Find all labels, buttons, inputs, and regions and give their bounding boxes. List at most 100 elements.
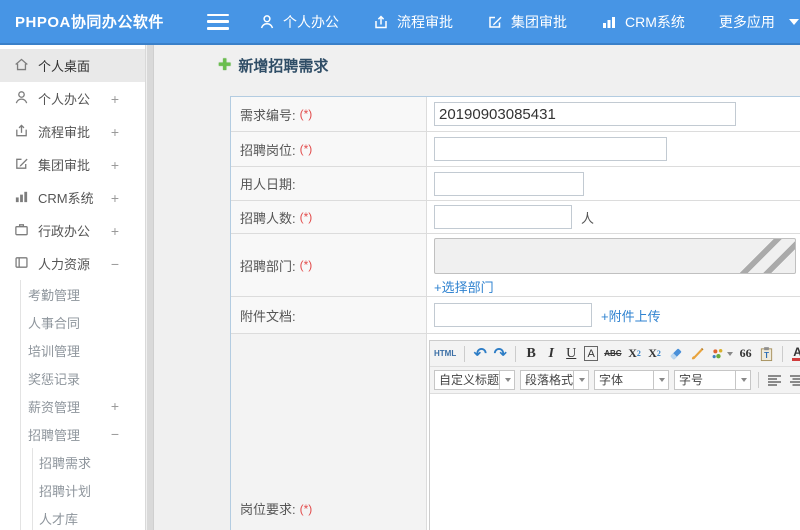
- font-size-select[interactable]: 字号: [674, 370, 751, 390]
- sidebar-item-training[interactable]: 培训管理: [21, 336, 145, 364]
- topnav-more-apps[interactable]: 更多应用: [719, 12, 799, 32]
- sidebar-item-group-approval[interactable]: 集团审批 +: [0, 148, 145, 181]
- demand-no-input[interactable]: [434, 102, 736, 126]
- paste-clipboard-icon[interactable]: T: [759, 344, 774, 364]
- caret-down-icon: [579, 378, 585, 382]
- caret-down-icon: [741, 378, 747, 382]
- subscript-button[interactable]: X2: [648, 344, 662, 364]
- attachment-upload-link[interactable]: +附件上传: [601, 306, 661, 325]
- sidebar-scrollbar[interactable]: [147, 45, 154, 530]
- hr-submenu: 考勤管理 人事合同 培训管理 奖惩记录 薪资管理 + 招聘管理 − 招聘需求 招…: [20, 280, 145, 530]
- unit-suffix: 人: [581, 210, 595, 226]
- topnav-group-approval[interactable]: 集团审批: [487, 12, 567, 32]
- sidebar-item-process-approval[interactable]: 流程审批 +: [0, 115, 145, 148]
- sidebar-item-admin-office[interactable]: 行政办公 +: [0, 214, 145, 247]
- required-mark: (*): [299, 210, 313, 224]
- eraser-icon[interactable]: [668, 344, 684, 364]
- hr-card-icon: [14, 255, 29, 273]
- topbar: PHPOA协同办公软件 个人办公 流程审批 集团审批 CRM系统 更多应用: [0, 0, 800, 45]
- topnav-personal-office[interactable]: 个人办公: [259, 12, 339, 32]
- field-label: 招聘人数:: [240, 210, 296, 226]
- sidebar-item-crm[interactable]: CRM系统 +: [0, 181, 145, 214]
- user-icon: [14, 90, 29, 108]
- field-label: 用人日期:: [240, 177, 296, 192]
- autotypeset-button[interactable]: A: [584, 346, 599, 361]
- sidebar-item-attendance[interactable]: 考勤管理: [21, 280, 145, 308]
- align-left-icon[interactable]: [766, 370, 783, 390]
- attachment-input[interactable]: [434, 303, 592, 327]
- sidebar-item-hr-contract[interactable]: 人事合同: [21, 308, 145, 336]
- sidebar-item-personal-office[interactable]: 个人办公 +: [0, 82, 145, 115]
- caret-down-icon: [505, 378, 511, 382]
- bold-button[interactable]: B: [524, 344, 538, 364]
- form-row-demand-no: 需求编号: (*): [231, 97, 800, 131]
- align-center-icon[interactable]: [788, 370, 800, 390]
- superscript-button[interactable]: X2: [628, 344, 642, 364]
- font-family-select[interactable]: 字体: [594, 370, 669, 390]
- add-plus-icon: ✚: [218, 56, 232, 74]
- hire-date-input[interactable]: [434, 171, 584, 196]
- custom-title-select[interactable]: 自定义标题: [434, 370, 515, 390]
- paragraph-format-select[interactable]: 段落格式: [520, 370, 589, 390]
- editor-content-area[interactable]: [430, 394, 800, 530]
- crm-chart-icon: [601, 14, 617, 30]
- underline-button[interactable]: U: [564, 344, 578, 364]
- undo-icon[interactable]: ↶: [473, 344, 487, 364]
- topnav-process-approval[interactable]: 流程审批: [373, 12, 453, 32]
- sidebar: 个人桌面 个人办公 + 流程审批 + 集团审批 + CRM系统 + 行政办公 +: [0, 45, 146, 530]
- field-label: 招聘岗位:: [240, 142, 296, 158]
- redo-icon[interactable]: ↷: [493, 344, 507, 364]
- required-mark: (*): [299, 142, 313, 156]
- spellcheck-dropdown-icon[interactable]: [711, 344, 733, 364]
- strikethrough-button[interactable]: ABC: [604, 344, 621, 364]
- recruit-submenu: 招聘需求 招聘计划 人才库: [32, 448, 145, 530]
- briefcase-icon: [14, 222, 29, 240]
- form-row-requirements: 岗位要求: (*) HTML ↶ ↷ B I U A ABC X 2 X 2 6…: [231, 333, 800, 530]
- caret-down-icon: [659, 378, 665, 382]
- menu-toggle-icon[interactable]: [207, 13, 229, 30]
- form-row-attachment: 附件文档: +附件上传: [231, 296, 800, 333]
- sidebar-item-recruit-demand[interactable]: 招聘需求: [33, 448, 145, 476]
- sidebar-item-rewards[interactable]: 奖惩记录: [21, 364, 145, 392]
- field-label: 附件文档:: [240, 308, 296, 324]
- sidebar-item-talent-pool[interactable]: 人才库: [33, 504, 145, 530]
- editor-toolbar-2: 自定义标题 段落格式 字体 字号: [430, 367, 800, 394]
- sidebar-item-recruit-mgmt[interactable]: 招聘管理 −: [21, 420, 145, 448]
- sidebar-item-hr[interactable]: 人力资源 −: [0, 247, 145, 280]
- form-row-headcount: 招聘人数: (*) 人: [231, 200, 800, 233]
- rich-text-editor: HTML ↶ ↷ B I U A ABC X2 X2 66 T A 自定义标题 …: [429, 340, 800, 530]
- user-icon: [259, 14, 275, 30]
- edit-square-icon: [14, 156, 29, 174]
- home-icon: [14, 57, 29, 75]
- sidebar-item-desktop[interactable]: 个人桌面: [0, 49, 145, 82]
- department-textarea[interactable]: [434, 238, 796, 274]
- headcount-input[interactable]: [434, 205, 572, 229]
- sidebar-item-recruit-plan[interactable]: 招聘计划: [33, 476, 145, 504]
- italic-button[interactable]: I: [544, 344, 558, 364]
- topnav-crm[interactable]: CRM系统: [601, 12, 685, 32]
- sidebar-item-salary[interactable]: 薪资管理 +: [21, 392, 145, 420]
- app-brand: PHPOA协同办公软件: [15, 14, 164, 31]
- form-row-position: 招聘岗位: (*): [231, 131, 800, 166]
- main-content: ✚ 新增招聘需求 需求编号: (*) 招聘岗位: (*) 用人日期:: [155, 45, 800, 530]
- recruit-demand-form: 需求编号: (*) 招聘岗位: (*) 用人日期:: [230, 96, 800, 530]
- page-title: ✚ 新增招聘需求: [218, 56, 329, 75]
- bar-chart-icon: [14, 189, 29, 207]
- field-label: 招聘部门:: [240, 258, 296, 274]
- group-approval-icon: [487, 14, 503, 30]
- svg-text:T: T: [764, 351, 769, 360]
- format-brush-icon[interactable]: [690, 344, 705, 364]
- font-color-button[interactable]: A: [791, 344, 800, 364]
- form-row-hire-date: 用人日期:: [231, 166, 800, 200]
- caret-down-icon: [788, 18, 799, 25]
- caret-down-icon: [726, 351, 733, 356]
- required-mark: (*): [299, 501, 313, 516]
- html-source-button[interactable]: HTML: [434, 344, 456, 364]
- process-icon: [14, 123, 29, 141]
- required-mark: (*): [299, 107, 313, 121]
- editor-toolbar-1: HTML ↶ ↷ B I U A ABC X2 X2 66 T A: [430, 341, 800, 367]
- position-input[interactable]: [434, 137, 667, 161]
- field-label: 岗位要求:: [240, 502, 296, 517]
- blockquote-button[interactable]: 66: [739, 344, 753, 364]
- select-department-link[interactable]: +选择部门: [434, 277, 494, 296]
